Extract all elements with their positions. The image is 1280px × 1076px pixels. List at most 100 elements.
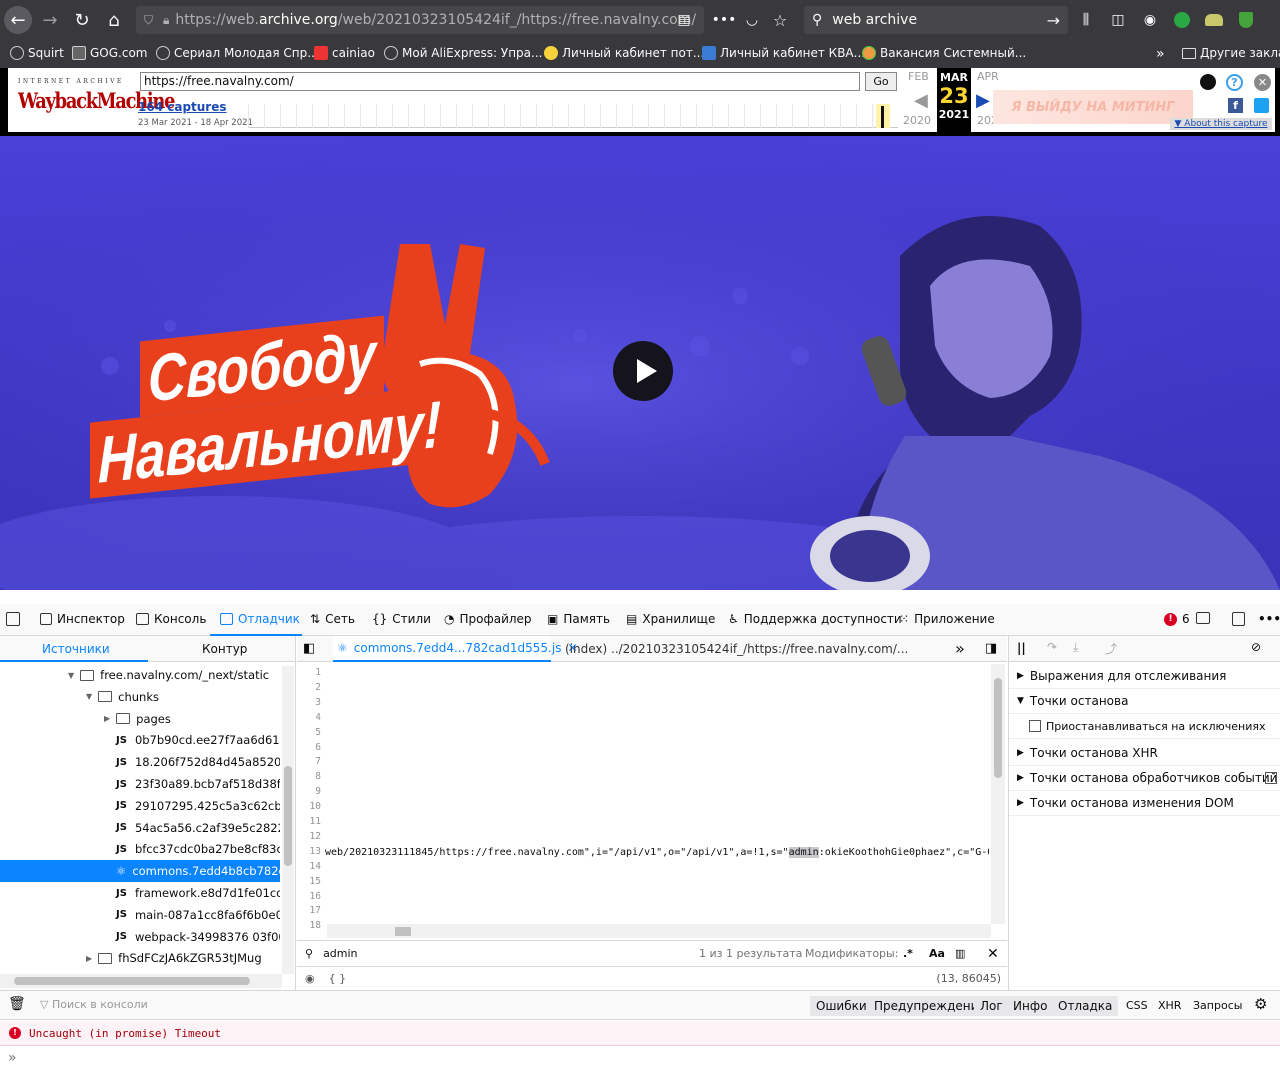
page-actions-button[interactable]: ••• bbox=[710, 6, 738, 34]
tree-file[interactable]: JS 29107295.425c5a3c62cb5ecd bbox=[0, 795, 280, 817]
tab-inspector[interactable]: Инспектор bbox=[40, 612, 125, 626]
tree-file[interactable]: JS 23f30a89.bcb7af518d38f335e bbox=[0, 773, 280, 795]
tree-folder[interactable]: ▶ pages bbox=[0, 708, 280, 730]
line-number[interactable]: 10 bbox=[297, 801, 321, 812]
close-search-icon[interactable]: ✕ bbox=[987, 946, 999, 962]
wayback-banner-preview[interactable]: Я ВЫЙДУ НА МИТИНГ bbox=[993, 90, 1193, 124]
devtools-menu-button[interactable]: ••• bbox=[1258, 612, 1280, 626]
tab-console[interactable]: Консоль bbox=[136, 612, 206, 626]
pretty-print-button[interactable]: { } bbox=[329, 972, 347, 985]
xhr-breakpoints-row[interactable]: ▶ Точки останова XHR bbox=[1009, 741, 1280, 766]
go-arrow-icon[interactable]: → bbox=[1047, 11, 1060, 30]
bookmark-item[interactable]: Личный кабинет пот... bbox=[544, 46, 704, 60]
tree-folder[interactable]: ▶ fhSdFCzJA6kZGR53tJMug bbox=[0, 947, 280, 969]
dom-breakpoints-row[interactable]: ▶ Точки останова изменения DOM bbox=[1009, 791, 1280, 816]
other-bookmarks-button[interactable]: Другие заклад bbox=[1182, 46, 1280, 60]
about-capture-link[interactable]: ▼ About this capture bbox=[1170, 118, 1272, 130]
toggle-breakpoints-button[interactable]: ◨ bbox=[985, 641, 997, 656]
line-number[interactable]: 9 bbox=[297, 786, 321, 797]
line-number[interactable]: 4 bbox=[297, 712, 321, 723]
bookmark-item[interactable]: Мой AliExpress: Упра... bbox=[384, 46, 542, 60]
line-number[interactable]: 11 bbox=[297, 816, 321, 827]
tab-network[interactable]: ⇅ Сеть bbox=[310, 612, 355, 626]
line-number[interactable]: 6 bbox=[297, 742, 321, 753]
filter-xhr[interactable]: XHR bbox=[1158, 999, 1181, 1012]
watch-expressions-row[interactable]: ▶ Выражения для отслеживания bbox=[1009, 664, 1280, 689]
tab-style-editor[interactable]: {} Стили bbox=[372, 612, 431, 626]
line-number[interactable]: 17 bbox=[297, 905, 321, 916]
line-number[interactable]: 15 bbox=[297, 876, 321, 887]
home-button[interactable]: ⌂ bbox=[100, 6, 128, 34]
more-tabs-button[interactable]: » bbox=[955, 639, 965, 658]
tab-outline[interactable]: Контур bbox=[202, 642, 247, 656]
editor-hscrollbar[interactable] bbox=[327, 924, 991, 938]
back-button[interactable]: ← bbox=[4, 6, 32, 34]
line-number[interactable]: 3 bbox=[297, 697, 321, 708]
tree-file[interactable]: JS webpack-34998376 03f0030( bbox=[0, 926, 280, 948]
bookmark-item[interactable]: Вакансия Системный... bbox=[862, 46, 1026, 60]
extension-button-1[interactable] bbox=[1168, 6, 1196, 34]
step-out-icon[interactable]: ⤴ bbox=[1105, 640, 1117, 657]
pause-exceptions-checkbox[interactable] bbox=[1029, 720, 1041, 732]
bookmark-item[interactable]: cainiao bbox=[314, 46, 375, 60]
line-number[interactable]: 13 bbox=[297, 846, 321, 857]
tree-folder[interactable]: ▼ chunks bbox=[0, 686, 280, 708]
bookmark-item[interactable]: Squirt bbox=[10, 46, 64, 60]
event-breakpoints-row[interactable]: ▶ Точки останова обработчиков событий bbox=[1009, 766, 1280, 791]
tree-file[interactable]: JS 18.206f752d84d45a852013.js bbox=[0, 751, 280, 773]
deactivate-breakpoints-icon[interactable]: ⊘ bbox=[1251, 640, 1261, 654]
capture-bar[interactable] bbox=[881, 106, 884, 128]
event-breakpoints-checkbox[interactable] bbox=[1265, 772, 1277, 784]
prev-month[interactable]: FEB bbox=[908, 70, 929, 83]
line-number[interactable]: 2 bbox=[297, 682, 321, 693]
help-icon[interactable]: ? bbox=[1226, 74, 1243, 91]
tab-accessibility[interactable]: ♿︎ Поддержка доступности bbox=[728, 612, 902, 626]
search-input[interactable]: admin bbox=[323, 947, 357, 960]
tree-folder[interactable]: ▼ free.navalny.com/_next/static bbox=[0, 664, 280, 686]
tab-debugger[interactable]: Отладчик bbox=[220, 612, 300, 626]
trash-icon[interactable]: 🗑︎ bbox=[8, 996, 26, 1012]
editor-tab-index[interactable]: (index) ../20210323105424if_/https://fre… bbox=[565, 642, 945, 656]
eye-icon[interactable]: ◉ bbox=[305, 972, 315, 985]
twitter-icon[interactable] bbox=[1254, 98, 1269, 113]
prev-capture-arrow-icon[interactable]: ◀ bbox=[914, 90, 928, 111]
filter-info[interactable]: Инфо bbox=[1007, 996, 1054, 1016]
dock-button[interactable] bbox=[1232, 612, 1245, 626]
filter-css[interactable]: CSS bbox=[1126, 999, 1148, 1012]
whole-word-toggle[interactable]: ▥ bbox=[955, 947, 965, 960]
line-number[interactable]: 16 bbox=[297, 891, 321, 902]
line-number[interactable]: 12 bbox=[297, 831, 321, 842]
capture-sparkline[interactable] bbox=[248, 104, 898, 128]
editor-tab-active[interactable]: ⚛︎ commons.7edd4...782cad1d555.js ✕ bbox=[333, 636, 578, 662]
bookmark-item[interactable]: Личный кабинет КВА... bbox=[702, 46, 865, 60]
account-icon[interactable] bbox=[1200, 74, 1216, 90]
line-number[interactable]: 5 bbox=[297, 727, 321, 738]
tree-scroll-thumb[interactable] bbox=[284, 766, 292, 866]
tree-hscroll-thumb[interactable] bbox=[14, 977, 250, 985]
reader-view-button[interactable]: ▤ bbox=[670, 6, 698, 34]
pause-on-exceptions-row[interactable]: Приостанавливаться на исключениях bbox=[1009, 714, 1280, 739]
bookmarks-overflow-button[interactable]: » bbox=[1156, 46, 1165, 62]
next-month[interactable]: APR bbox=[977, 70, 999, 83]
tab-performance[interactable]: ◔ Профайлер bbox=[444, 612, 532, 626]
tab-storage[interactable]: ▤ Хранилище bbox=[626, 612, 715, 626]
tab-memory[interactable]: ▣ Память bbox=[547, 612, 610, 626]
pocket-button[interactable]: ◡ bbox=[738, 6, 766, 34]
prev-year[interactable]: 2020 bbox=[903, 114, 931, 127]
code-line-13[interactable]: web/20210323111845/https://free.navalny.… bbox=[325, 847, 989, 858]
error-count-badge[interactable]: ! 6 bbox=[1164, 612, 1190, 626]
next-capture-arrow-icon[interactable]: ▶ bbox=[976, 90, 990, 111]
line-number[interactable]: 1 bbox=[297, 667, 321, 678]
bookmark-star-button[interactable]: ☆ bbox=[766, 6, 794, 34]
captures-link[interactable]: 164 captures bbox=[138, 100, 227, 114]
extension-button-2[interactable] bbox=[1200, 6, 1228, 34]
account-button[interactable]: ◉ bbox=[1136, 6, 1164, 34]
console-settings-icon[interactable]: ⚙ bbox=[1254, 995, 1267, 1013]
tree-file[interactable]: JS bfcc37cdc0ba27be8cf83c82b bbox=[0, 838, 280, 860]
regex-toggle[interactable]: .* bbox=[903, 947, 913, 960]
editor-vscroll-thumb[interactable] bbox=[994, 678, 1002, 778]
close-icon[interactable]: ✕ bbox=[1254, 74, 1271, 91]
step-over-icon[interactable]: ↷ bbox=[1047, 640, 1057, 654]
split-console-button[interactable] bbox=[1196, 612, 1210, 624]
tab-sources[interactable]: Источники bbox=[42, 642, 110, 656]
